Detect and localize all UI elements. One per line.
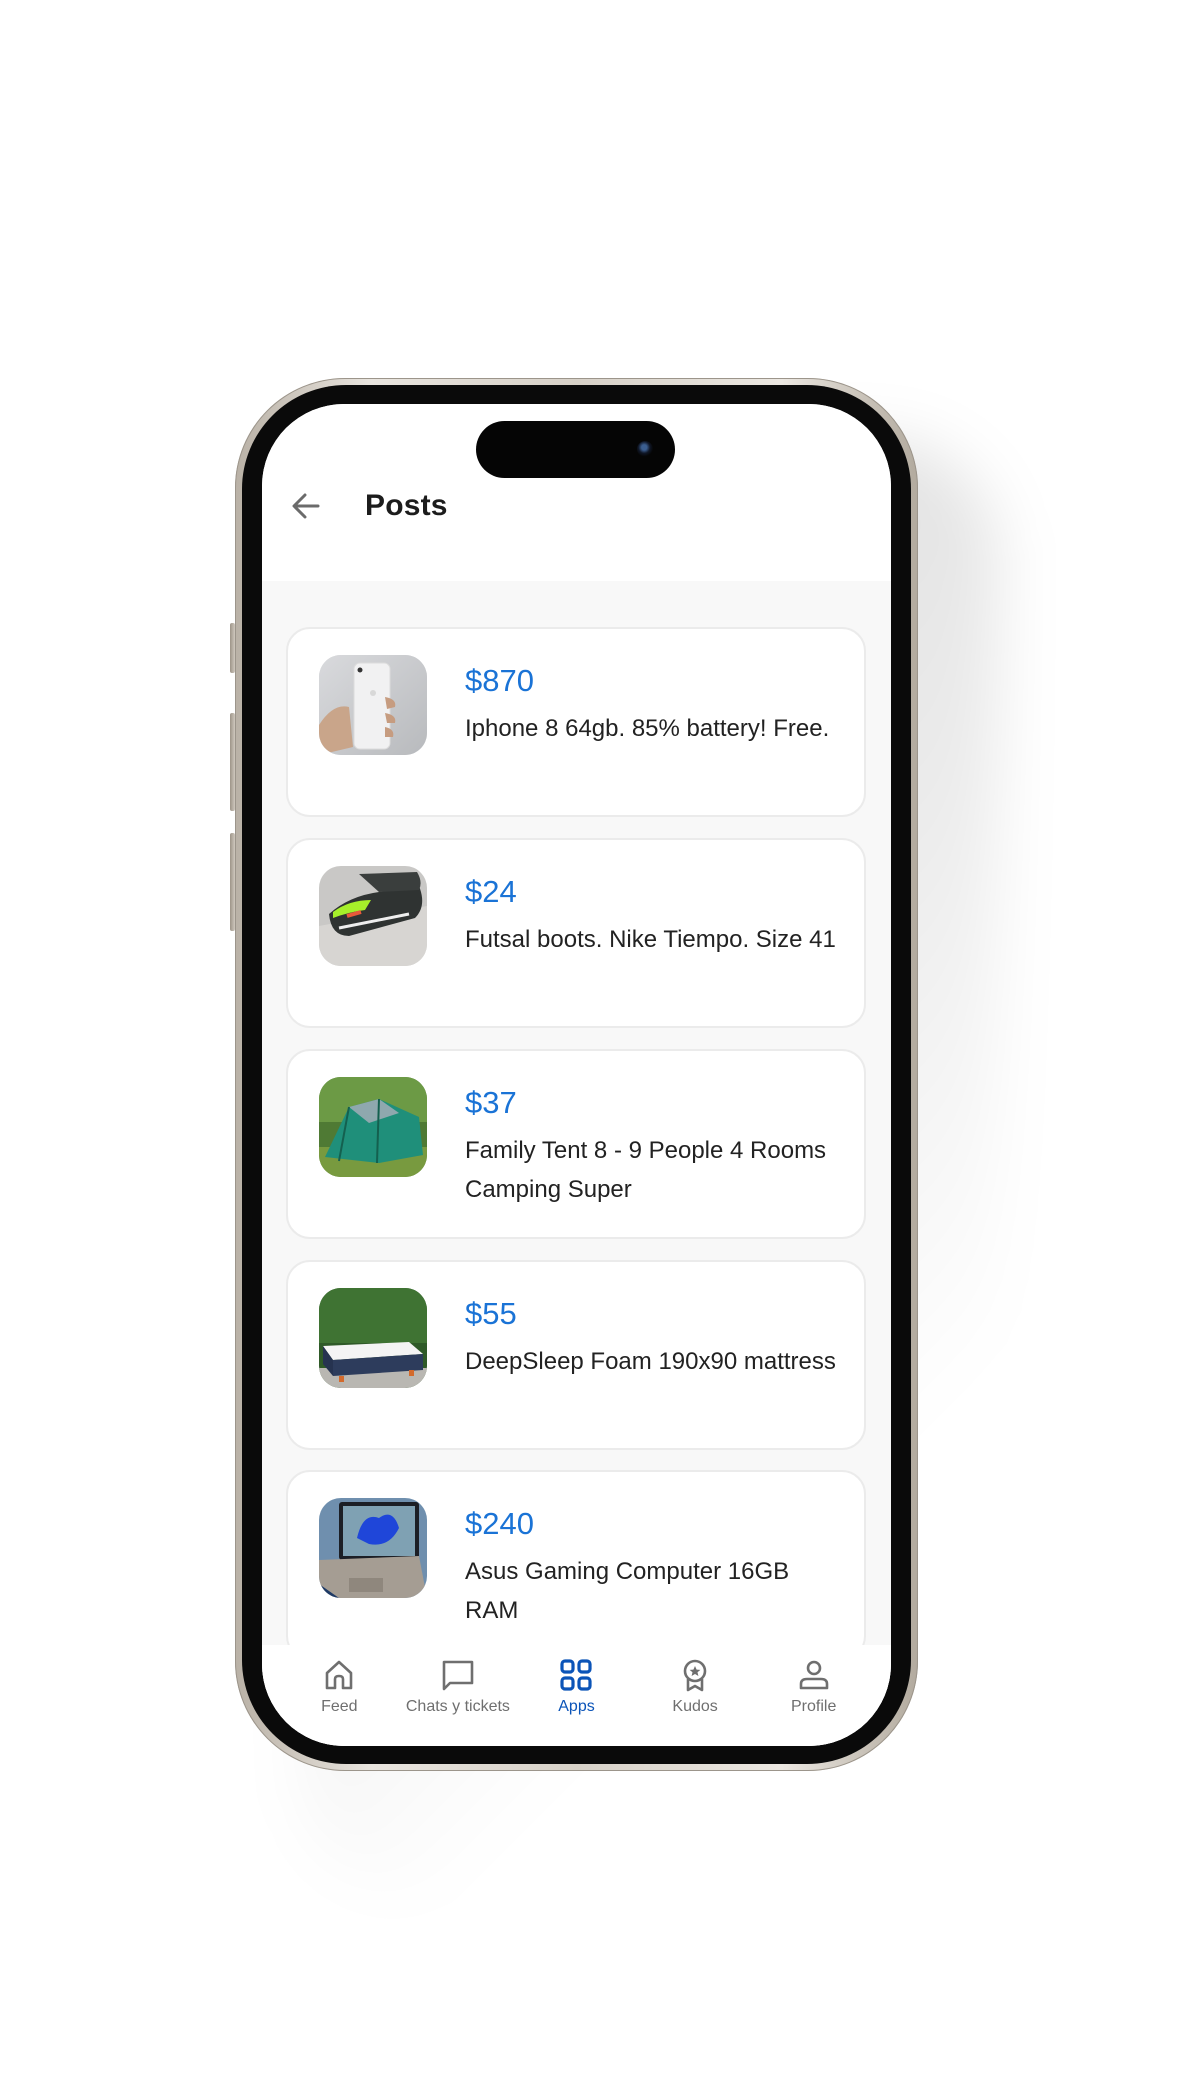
nav-item-chats[interactable]: Chats y tickets bbox=[399, 1645, 518, 1746]
nav-label: Profile bbox=[790, 1698, 837, 1715]
post-price: $240 bbox=[465, 1506, 534, 1541]
dynamic-island bbox=[476, 421, 675, 478]
post-description: Family Tent 8 - 9 People 4 Rooms Camping… bbox=[465, 1137, 827, 1203]
nav-label: Apps bbox=[558, 1698, 595, 1715]
post-description: Futsal boots. Nike Tiempo. Size 41 bbox=[465, 926, 836, 953]
bottom-navigation: Feed Chats y tickets Apps Kudos Profile bbox=[262, 1645, 891, 1746]
iphone-photo bbox=[319, 655, 427, 755]
nav-item-apps[interactable]: Apps bbox=[517, 1645, 636, 1746]
post-card[interactable]: $240 Asus Gaming Computer 16GB RAM bbox=[286, 1470, 866, 1660]
post-card[interactable]: $55 DeepSleep Foam 190x90 mattress bbox=[286, 1260, 866, 1450]
page-title: Posts bbox=[365, 489, 448, 522]
nav-label: Feed bbox=[321, 1698, 358, 1715]
nav-label: Chats y tickets bbox=[405, 1698, 510, 1715]
post-price: $37 bbox=[465, 1085, 517, 1120]
post-price: $55 bbox=[465, 1296, 517, 1331]
laptop-photo bbox=[319, 1498, 427, 1598]
mattress-photo bbox=[319, 1288, 427, 1388]
arrow-left-icon bbox=[292, 493, 320, 519]
nav-label: Kudos bbox=[672, 1698, 718, 1715]
chat-icon bbox=[442, 1660, 474, 1691]
post-description: DeepSleep Foam 190x90 mattress bbox=[465, 1348, 836, 1375]
app-screen: Posts $870 Iphone 8 64gb. 85% battery! F… bbox=[262, 404, 891, 1746]
posts-list: $870 Iphone 8 64gb. 85% battery! Free. $… bbox=[262, 581, 891, 1746]
post-description: Asus Gaming Computer 16GB RAM bbox=[465, 1558, 790, 1624]
award-badge-icon bbox=[683, 1659, 707, 1692]
home-icon bbox=[325, 1660, 353, 1690]
boots-photo bbox=[319, 866, 427, 966]
post-card[interactable]: $37 Family Tent 8 - 9 People 4 Rooms Cam… bbox=[286, 1049, 866, 1239]
back-button[interactable] bbox=[288, 490, 324, 522]
post-price: $870 bbox=[465, 663, 534, 698]
post-price: $24 bbox=[465, 874, 517, 909]
camera-icon bbox=[637, 441, 653, 457]
post-description: Iphone 8 64gb. 85% battery! Free. bbox=[465, 715, 830, 742]
post-card[interactable]: $24 Futsal boots. Nike Tiempo. Size 41 bbox=[286, 838, 866, 1028]
nav-item-kudos[interactable]: Kudos bbox=[636, 1645, 755, 1746]
nav-item-profile[interactable]: Profile bbox=[754, 1645, 873, 1746]
tent-photo bbox=[319, 1077, 427, 1177]
user-icon bbox=[799, 1660, 828, 1690]
apps-grid-icon bbox=[560, 1659, 593, 1691]
post-card[interactable]: $870 Iphone 8 64gb. 85% battery! Free. bbox=[286, 627, 866, 817]
nav-item-feed[interactable]: Feed bbox=[280, 1645, 399, 1746]
